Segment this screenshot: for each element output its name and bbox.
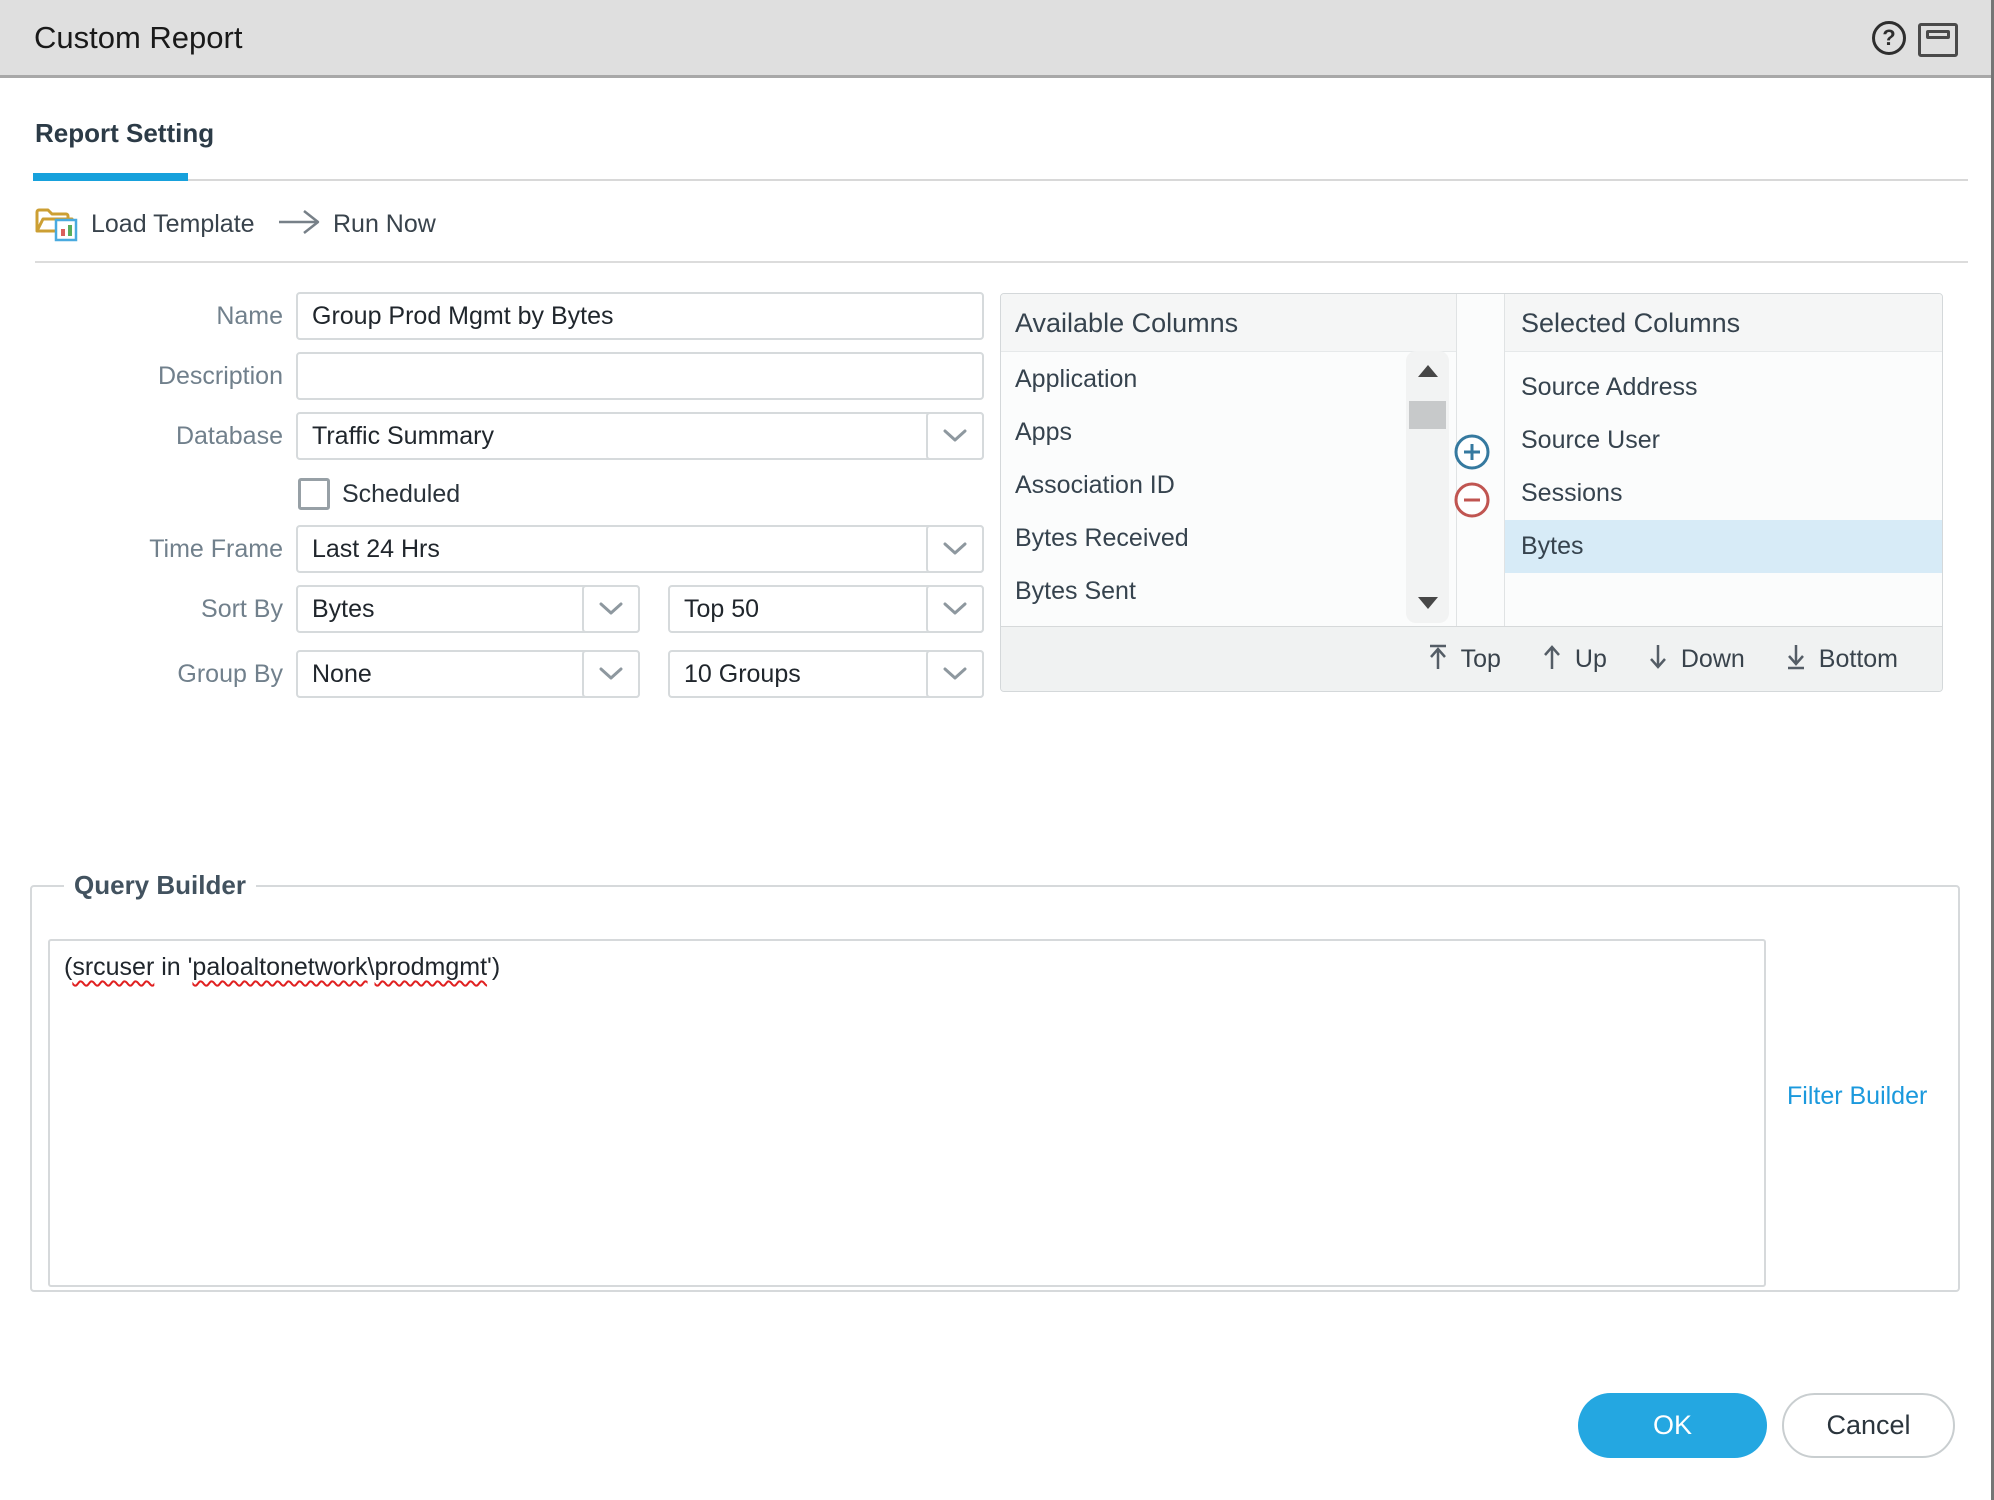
move-top-icon xyxy=(1425,643,1451,676)
dialog-title: Custom Report xyxy=(34,0,242,75)
move-bottom-button[interactable]: Bottom xyxy=(1783,643,1898,676)
group-count-select-value: 10 Groups xyxy=(684,652,801,696)
titlebar: Custom Report ? xyxy=(0,0,1994,78)
tab-separator xyxy=(35,179,1968,181)
chevron-down-icon xyxy=(926,650,984,698)
move-down-button[interactable]: Down xyxy=(1645,643,1745,676)
chevron-down-icon xyxy=(582,585,640,633)
selected-column-item[interactable]: Source User xyxy=(1505,414,1943,467)
load-template-label: Load Template xyxy=(91,210,255,239)
query-text: in ' xyxy=(154,953,192,981)
move-bottom-label: Bottom xyxy=(1819,645,1898,674)
group-by-label: Group By xyxy=(0,650,283,698)
chevron-down-icon xyxy=(926,585,984,633)
available-columns-list: Application Apps Association ID Bytes Re… xyxy=(1001,353,1401,618)
move-top-label: Top xyxy=(1461,645,1501,674)
selected-column-item[interactable]: Sessions xyxy=(1505,467,1943,520)
toolbar-separator xyxy=(35,261,1968,263)
active-tab-underline xyxy=(33,173,188,181)
move-up-button[interactable]: Up xyxy=(1539,643,1607,676)
chevron-down-icon xyxy=(926,412,984,460)
description-input[interactable] xyxy=(296,352,984,400)
run-now-label: Run Now xyxy=(333,210,436,239)
database-select-value: Traffic Summary xyxy=(312,414,494,458)
popout-window-icon[interactable] xyxy=(1918,23,1958,57)
selected-columns-header: Selected Columns xyxy=(1505,294,1943,352)
remove-column-button[interactable] xyxy=(1452,480,1492,520)
move-down-icon xyxy=(1645,643,1671,676)
query-builder-legend: Query Builder xyxy=(64,870,256,901)
time-frame-label: Time Frame xyxy=(0,525,283,573)
sort-top-select[interactable]: Top 50 xyxy=(668,585,984,633)
selected-columns-list: Source Address Source User Sessions Byte… xyxy=(1505,353,1943,573)
cancel-button[interactable]: Cancel xyxy=(1782,1393,1955,1458)
sort-by-select-value: Bytes xyxy=(312,587,375,631)
move-up-icon xyxy=(1539,643,1565,676)
add-column-button[interactable] xyxy=(1452,432,1492,472)
column-picker-panel: Available Columns Selected Columns Appli… xyxy=(1000,293,1943,692)
available-column-item[interactable]: Apps xyxy=(1015,406,1401,459)
query-text-misspelled: srcuser xyxy=(72,953,154,981)
query-text: \ xyxy=(368,953,375,981)
group-by-select[interactable]: None xyxy=(296,650,640,698)
name-label: Name xyxy=(0,292,283,340)
scheduled-checkbox[interactable] xyxy=(298,478,330,510)
query-text: ') xyxy=(487,953,500,981)
move-up-label: Up xyxy=(1575,645,1607,674)
chevron-down-icon xyxy=(926,525,984,573)
ok-button[interactable]: OK xyxy=(1578,1393,1767,1458)
name-input[interactable] xyxy=(296,292,984,340)
run-now-arrow-icon xyxy=(277,209,321,240)
sort-by-select[interactable]: Bytes xyxy=(296,585,640,633)
selected-column-item[interactable]: Source Address xyxy=(1505,361,1943,414)
load-template-button[interactable]: Load Template xyxy=(33,196,255,252)
available-column-item[interactable]: Bytes Received xyxy=(1015,512,1401,565)
run-now-button[interactable]: Run Now xyxy=(277,196,436,252)
column-order-toolbar: Top Up Down xyxy=(1001,626,1942,692)
custom-report-dialog: Custom Report ? Report Setting Load Temp… xyxy=(0,0,1994,1500)
query-input[interactable]: (srcuser in 'paloaltonetwork\prodmgmt') xyxy=(48,939,1766,1287)
move-bottom-icon xyxy=(1783,643,1809,676)
scheduled-label: Scheduled xyxy=(342,478,460,510)
available-column-item[interactable]: Association ID xyxy=(1015,459,1401,512)
move-down-label: Down xyxy=(1681,645,1745,674)
available-columns-header: Available Columns xyxy=(1001,294,1456,352)
available-columns-scrollbar[interactable] xyxy=(1406,351,1449,623)
description-label: Description xyxy=(0,352,283,400)
group-count-select[interactable]: 10 Groups xyxy=(668,650,984,698)
database-label: Database xyxy=(0,412,283,460)
popout-window-icon-bar xyxy=(1926,30,1950,39)
move-top-button[interactable]: Top xyxy=(1425,643,1501,676)
tab-report-setting[interactable]: Report Setting xyxy=(35,118,214,149)
available-column-item[interactable]: Bytes Sent xyxy=(1015,565,1401,618)
sort-by-label: Sort By xyxy=(0,585,283,633)
scroll-up-arrow-icon[interactable] xyxy=(1418,365,1438,377)
query-builder-fieldset: Query Builder (srcuser in 'paloaltonetwo… xyxy=(30,870,1960,1292)
selected-column-item-highlighted[interactable]: Bytes xyxy=(1505,520,1943,573)
available-column-item[interactable]: Application xyxy=(1015,353,1401,406)
time-frame-select[interactable]: Last 24 Hrs xyxy=(296,525,984,573)
help-icon[interactable]: ? xyxy=(1872,21,1906,55)
query-text-misspelled: prodmgmt xyxy=(375,953,488,981)
sort-top-select-value: Top 50 xyxy=(684,587,759,631)
group-by-select-value: None xyxy=(312,652,372,696)
database-select[interactable]: Traffic Summary xyxy=(296,412,984,460)
query-text-misspelled: paloaltonetwork xyxy=(192,953,367,981)
chevron-down-icon xyxy=(582,650,640,698)
scrollbar-thumb[interactable] xyxy=(1409,401,1446,429)
filter-builder-link[interactable]: Filter Builder xyxy=(1787,1082,1927,1111)
scroll-down-arrow-icon[interactable] xyxy=(1418,597,1438,609)
load-template-icon xyxy=(33,201,79,248)
time-frame-select-value: Last 24 Hrs xyxy=(312,527,440,571)
